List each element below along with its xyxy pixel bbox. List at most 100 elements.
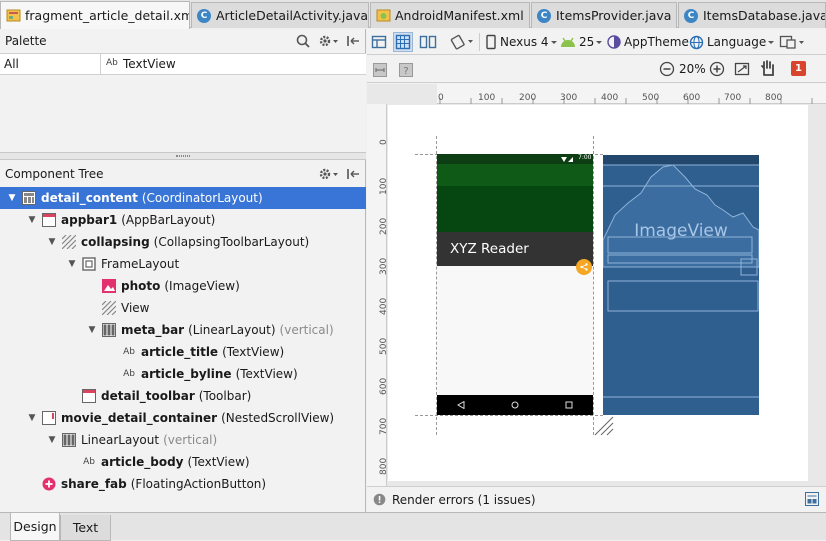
- linear-layout-icon: [62, 433, 76, 447]
- article-title: XYZ Reader: [437, 232, 593, 266]
- blueprint-view-icon[interactable]: [393, 32, 413, 52]
- expand-arrow-icon[interactable]: ▼: [26, 215, 38, 225]
- left-panel: Palette All Ab TextView Component Tree ▼…: [0, 29, 366, 512]
- tree-item-type: (LinearLayout): [188, 323, 276, 337]
- zoom-toolbar: ? 20% 1: [367, 55, 826, 83]
- expand-arrow-icon[interactable]: ▼: [46, 237, 58, 247]
- textview-icon: Ab: [106, 58, 118, 68]
- back-icon: [457, 401, 465, 409]
- render-status-bar: Render errors (1 issues): [367, 486, 826, 512]
- ruler-label: 400: [601, 93, 619, 103]
- phone-preview[interactable]: 7:00 XYZ Reader: [437, 154, 593, 415]
- expand-arrow-icon[interactable]: ▼: [86, 325, 98, 335]
- pan-hand-icon[interactable]: [760, 58, 776, 78]
- both-view-icon[interactable]: [419, 32, 437, 52]
- zoom-out-icon[interactable]: [659, 59, 675, 79]
- divider: [100, 54, 101, 74]
- gear-icon[interactable]: [318, 34, 338, 48]
- hide-panel-icon[interactable]: [346, 34, 360, 48]
- linear-layout-icon: [102, 323, 116, 337]
- tree-item-name: article_title: [141, 345, 219, 359]
- palette-filter-all[interactable]: All: [4, 57, 19, 71]
- status-bar: 7:00: [437, 154, 593, 164]
- language-selector[interactable]: Language: [689, 32, 776, 52]
- component-tree-header: Component Tree: [0, 162, 366, 186]
- tree-item-article-title[interactable]: Ab article_title (TextView): [0, 341, 366, 363]
- device-selector[interactable]: Nexus 4: [485, 32, 559, 52]
- tree-item-type: (TextView): [235, 367, 298, 381]
- appbar-layout-icon: [42, 213, 56, 227]
- tree-item-linearlayout[interactable]: ▼ LinearLayout (vertical): [0, 429, 366, 451]
- component-tree: ▼ detail_content (CoordinatorLayout) ▼ appba…: [0, 187, 366, 507]
- tree-item-name: photo: [121, 279, 161, 293]
- resize-handle-icon[interactable]: [593, 415, 615, 437]
- expand-arrow-icon[interactable]: ▼: [26, 413, 38, 423]
- render-errors-link[interactable]: Render errors (1 issues): [392, 493, 536, 507]
- zoom-to-fit-icon[interactable]: [734, 59, 750, 79]
- frame-layout-icon: [82, 257, 96, 271]
- blueprint-imageview-label: ImageView: [634, 221, 728, 241]
- tree-item-detail-content[interactable]: ▼ detail_content (CoordinatorLayout): [0, 187, 366, 209]
- api-level-selector[interactable]: 25: [559, 32, 604, 52]
- chevron-down-icon: [550, 41, 557, 44]
- theme-selector[interactable]: AppTheme: [607, 32, 689, 52]
- expand-arrow-icon[interactable]: ▼: [46, 435, 58, 445]
- tree-item-photo[interactable]: photo (ImageView): [0, 275, 366, 297]
- ruler-label: 700: [724, 93, 742, 103]
- tree-item-name: detail_content: [41, 191, 138, 205]
- image-view-icon: [102, 279, 116, 293]
- palette-item-textview[interactable]: TextView: [123, 57, 176, 71]
- fab-icon: [42, 477, 56, 491]
- design-view-icon[interactable]: [371, 32, 387, 52]
- tree-item-type: (NestedScrollView): [221, 411, 335, 425]
- tab-article-detail-activity[interactable]: C ArticleDetailActivity.java ×: [191, 2, 369, 28]
- tree-item-type: (CoordinatorLayout): [141, 191, 263, 205]
- tab-fragment-article-detail[interactable]: fragment_article_detail.xml ×: [0, 1, 190, 29]
- xml-layout-icon: [6, 8, 21, 23]
- error-count-badge[interactable]: 1: [791, 61, 806, 76]
- chevron-down-icon: [596, 41, 603, 44]
- tab-design[interactable]: Design: [10, 513, 60, 541]
- tab-items-provider[interactable]: C ItemsProvider.java ×: [531, 2, 677, 28]
- blueprint-preview[interactable]: ImageView: [603, 155, 759, 415]
- tree-item-share-fab[interactable]: share_fab (FloatingActionButton): [0, 473, 366, 495]
- show-constraints-icon[interactable]: [373, 60, 387, 80]
- ruler-label: 300: [560, 93, 578, 103]
- panel-layout-icon[interactable]: [805, 492, 819, 506]
- tree-item-movie-detail-container[interactable]: ▼ movie_detail_container (NestedScrollView…: [0, 407, 366, 429]
- tree-item-collapsing[interactable]: ▼ collapsing (CollapsingToolbarLayout): [0, 231, 366, 253]
- expand-arrow-icon[interactable]: ▼: [66, 259, 78, 269]
- tab-text[interactable]: Text: [60, 515, 111, 541]
- home-icon: [511, 401, 519, 409]
- tab-items-database[interactable]: C ItemsDatabase.java ×: [678, 2, 826, 28]
- search-icon[interactable]: [296, 34, 310, 48]
- panel-splitter[interactable]: [0, 152, 366, 160]
- tree-item-name: meta_bar: [121, 323, 185, 337]
- ruler-label: 500: [642, 93, 660, 103]
- tree-item-article-body[interactable]: Ab article_body (TextView): [0, 451, 366, 473]
- expand-arrow-icon[interactable]: ▼: [6, 193, 18, 203]
- tree-item-detail-toolbar[interactable]: detail_toolbar (Toolbar): [0, 385, 366, 407]
- help-icon[interactable]: ?: [399, 60, 413, 80]
- layout-variants-icon[interactable]: [779, 32, 807, 52]
- tree-item-view[interactable]: View: [0, 297, 366, 319]
- divider: [479, 33, 480, 51]
- zoom-in-icon[interactable]: [709, 59, 725, 79]
- gear-icon[interactable]: [318, 167, 338, 181]
- tree-item-type: (TextView): [222, 345, 285, 359]
- palette-header: Palette: [0, 29, 366, 53]
- orientation-icon[interactable]: [449, 32, 475, 52]
- tree-item-name: View: [121, 301, 150, 315]
- tree-item-name: article_byline: [141, 367, 232, 381]
- tab-android-manifest[interactable]: AndroidManifest.xml ×: [370, 2, 530, 28]
- tree-item-framelayout[interactable]: ▼ FrameLayout: [0, 253, 366, 275]
- tree-item-appbar1[interactable]: ▼ appbar1 (AppBarLayout): [0, 209, 366, 231]
- tree-item-meta-bar[interactable]: ▼ meta_bar (LinearLayout) (vertical): [0, 319, 366, 341]
- component-tree-title: Component Tree: [5, 167, 104, 181]
- tree-item-name: detail_toolbar: [101, 389, 195, 403]
- ruler-top: 0 100 200 300 400 500 600 700 800: [437, 84, 826, 104]
- share-fab[interactable]: [576, 259, 592, 275]
- tree-item-article-byline[interactable]: Ab article_byline (TextView): [0, 363, 366, 385]
- hide-panel-icon[interactable]: [346, 167, 360, 181]
- status-time: 7:00: [578, 154, 592, 161]
